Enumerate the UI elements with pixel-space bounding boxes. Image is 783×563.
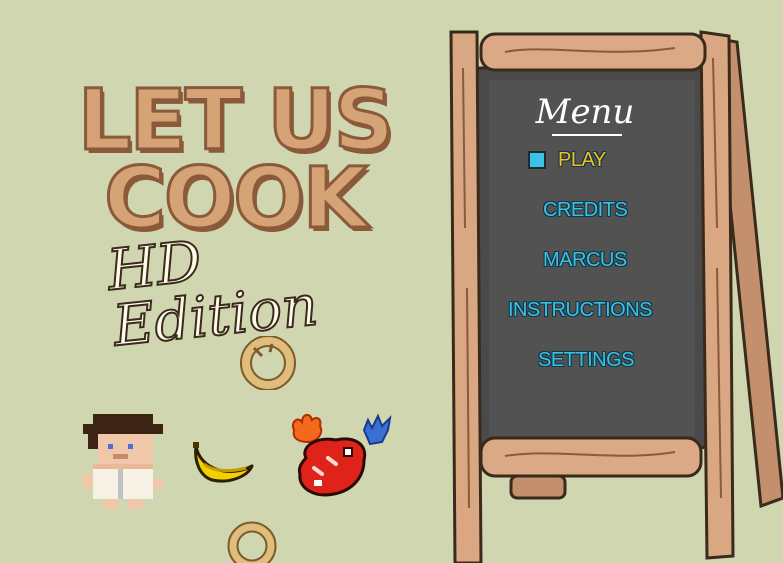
edition-subtitle: HD Edition bbox=[103, 228, 321, 360]
menu-item-play[interactable]: PLAY bbox=[558, 149, 606, 172]
selection-cursor-icon bbox=[528, 151, 546, 169]
menu-item-marcus[interactable]: MARCUS bbox=[543, 249, 627, 272]
steak-icon bbox=[292, 413, 392, 497]
game-title: LET US COOK HD Edition bbox=[60, 77, 420, 361]
main-menu: Menu PLAY CREDITS MARCUS INSTRUCTIONS SE… bbox=[490, 88, 690, 418]
menu-item-settings[interactable]: SETTINGS bbox=[538, 349, 635, 372]
banana-icon bbox=[193, 442, 254, 483]
onion-ring-icon bbox=[227, 521, 277, 563]
chef-character-icon bbox=[83, 414, 163, 509]
onion-ring-icon bbox=[240, 336, 296, 390]
menu-item-credits[interactable]: CREDITS bbox=[543, 199, 628, 222]
menu-item-instructions[interactable]: INSTRUCTIONS bbox=[508, 299, 653, 322]
menu-heading: Menu bbox=[490, 92, 680, 136]
